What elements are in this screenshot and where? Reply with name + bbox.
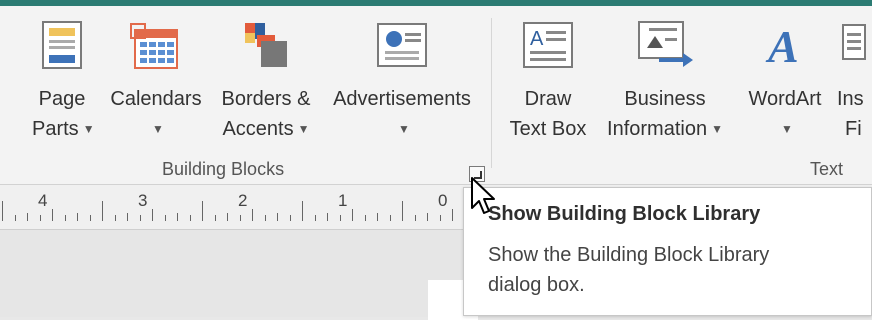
ruler-tick — [114, 215, 116, 221]
dropdown-arrow-icon: ▼ — [781, 122, 793, 136]
advertisement-icon — [322, 14, 482, 76]
ruler-tick — [102, 201, 103, 221]
ruler-tick — [139, 215, 141, 221]
tooltip: Show Building Block Library Show the Bui… — [463, 187, 872, 316]
ruler-tick — [289, 215, 291, 221]
wordart-label: WordArt — [748, 88, 822, 110]
tooltip-body: Show the Building Block Library dialog b… — [488, 244, 770, 296]
group-divider — [491, 18, 492, 168]
ruler-tick — [239, 215, 241, 221]
ruler-tick — [164, 215, 166, 221]
insert-file-label-line1: Ins — [837, 88, 864, 110]
ruler-tick — [352, 209, 353, 221]
dropdown-arrow-icon: ▼ — [398, 122, 410, 136]
building-blocks-group-label: Building Blocks — [162, 159, 285, 179]
ruler-number: 2 — [238, 191, 248, 210]
borders-accents-button[interactable]: Borders & Accents ▼ — [214, 14, 318, 146]
dropdown-arrow-icon: ▼ — [82, 122, 95, 136]
ruler-tick — [252, 209, 253, 221]
ribbon: Page Parts ▼ Calendars ▼ Borders & Accen… — [0, 6, 872, 185]
ruler-tick — [64, 215, 66, 221]
ruler-tick — [27, 213, 28, 221]
draw-text-box-label-line1: Draw — [524, 88, 572, 110]
ruler-tick — [214, 215, 216, 221]
ruler-tick — [302, 201, 303, 221]
business-information-button[interactable]: Business Information ▼ — [595, 14, 735, 146]
svg-text:A: A — [530, 28, 544, 50]
ruler-tick — [402, 201, 403, 221]
ruler-number: 4 — [38, 191, 48, 210]
draw-text-box-label-line2: Text Box — [509, 118, 587, 140]
ruler-tick — [427, 213, 428, 221]
ruler-tick — [39, 215, 41, 221]
ruler-tick — [177, 213, 178, 221]
business-information-label-line2: Information — [607, 118, 708, 140]
ruler-tick — [314, 215, 316, 221]
ruler-tick — [414, 215, 416, 221]
ruler-tick — [52, 209, 53, 221]
ruler-tick — [77, 213, 78, 221]
text-group: A Draw Text Box Business Information ▼ A… — [497, 6, 872, 184]
dropdown-arrow-icon: ▼ — [297, 122, 310, 136]
page-parts-label-line1: Page — [38, 88, 86, 110]
ruler-tick — [202, 201, 203, 221]
mouse-pointer-icon — [471, 177, 495, 214]
ruler-tick — [227, 213, 228, 221]
ruler-tick — [452, 209, 453, 221]
insert-file-button[interactable]: Ins Fi — [837, 14, 872, 144]
ruler-tick — [89, 215, 91, 221]
building-blocks-group: Page Parts ▼ Calendars ▼ Borders & Accen… — [10, 6, 490, 184]
page-parts-label-line2: Parts — [32, 118, 79, 140]
ruler-tick — [389, 215, 391, 221]
ruler-tick — [364, 215, 366, 221]
text-group-label: Text — [810, 159, 844, 179]
borders-accents-icon — [214, 14, 318, 76]
business-information-icon — [595, 14, 735, 76]
svg-text:A: A — [765, 21, 799, 70]
insert-file-icon — [837, 14, 872, 76]
text-box-icon: A — [503, 14, 593, 76]
calendars-label: Calendars — [110, 88, 202, 110]
calendars-button[interactable]: Calendars ▼ — [104, 14, 208, 146]
page-parts-icon — [32, 14, 92, 76]
calendar-icon — [104, 14, 208, 76]
ruler-tick — [277, 213, 278, 221]
ruler-number: 3 — [138, 191, 148, 210]
dropdown-arrow-icon: ▼ — [711, 122, 723, 136]
ruler-tick — [14, 215, 16, 221]
insert-file-label-line2: Fi — [845, 118, 862, 140]
ruler-tick — [377, 213, 378, 221]
ruler-number: 0 — [438, 191, 448, 210]
page-parts-button[interactable]: Page Parts ▼ — [32, 14, 95, 146]
borders-accents-label-line2: Accents — [222, 118, 294, 140]
ruler-tick — [189, 215, 191, 221]
ruler-tick — [327, 213, 328, 221]
ruler-tick — [264, 215, 266, 221]
tooltip-title: Show Building Block Library — [488, 203, 761, 225]
ruler-tick — [2, 201, 3, 221]
wordart-button[interactable]: A WordArt ▼ — [735, 14, 835, 146]
dropdown-arrow-icon: ▼ — [152, 122, 164, 136]
draw-text-box-button[interactable]: A Draw Text Box — [503, 14, 593, 144]
wordart-icon: A — [735, 14, 835, 76]
advertisements-button[interactable]: Advertisements ▼ — [322, 14, 482, 146]
ruler-tick — [339, 215, 341, 221]
business-information-label-line1: Business — [624, 88, 706, 110]
ruler-tick — [152, 209, 153, 221]
ruler-number: 1 — [338, 191, 348, 210]
borders-accents-label-line1: Borders & — [221, 88, 311, 110]
ruler-tick — [127, 213, 128, 221]
ruler-tick — [439, 215, 441, 221]
advertisements-label: Advertisements — [333, 88, 471, 110]
